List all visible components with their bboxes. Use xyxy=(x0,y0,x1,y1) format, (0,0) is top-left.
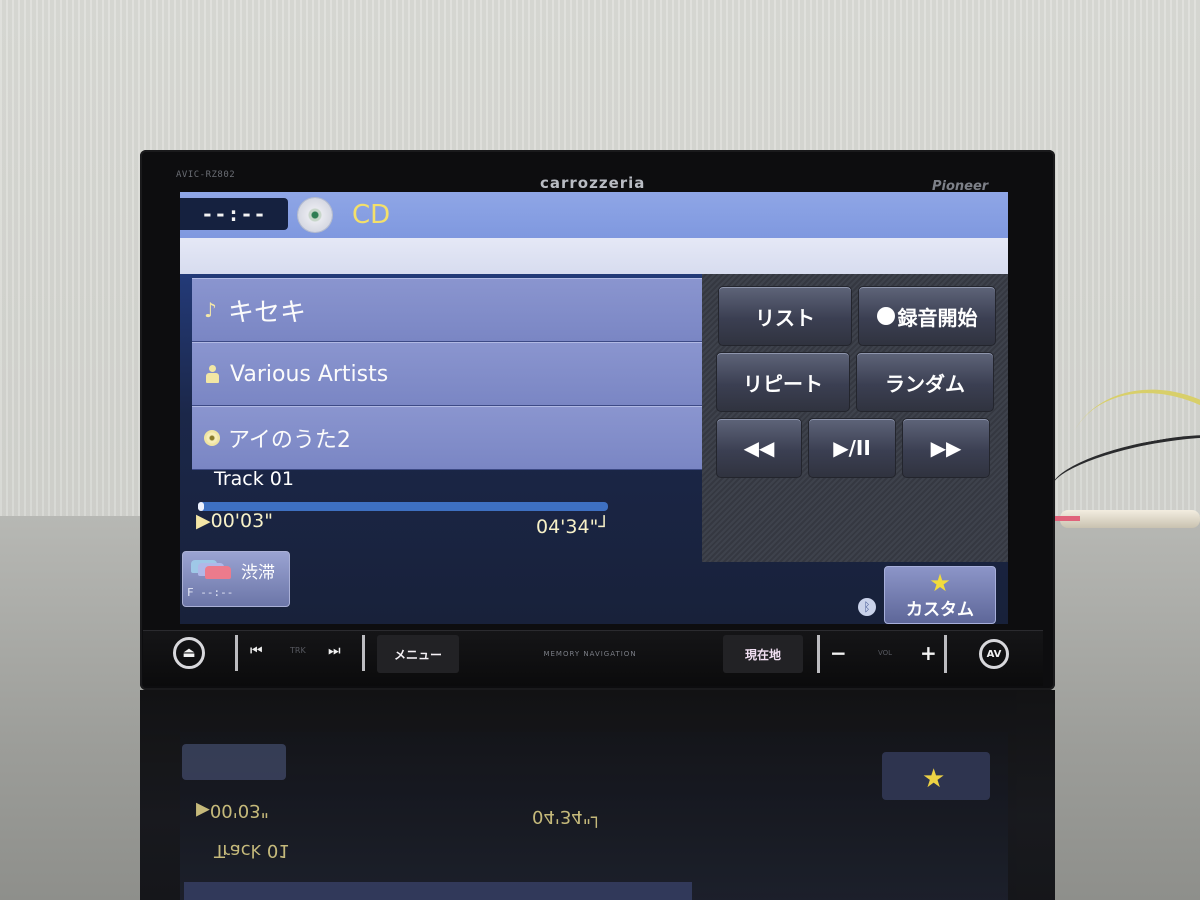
reflected-elapsed: ▶00'03" xyxy=(196,800,269,821)
album-row: アイのうた2 xyxy=(192,406,704,470)
table-reflection: ★ ▶00'03" 04'34"┘ Track 01 xyxy=(140,690,1055,900)
list-button[interactable]: リスト xyxy=(718,286,852,346)
current-location-button[interactable]: 現在地 xyxy=(723,635,803,673)
record-start-button[interactable]: 録音開始 xyxy=(858,286,996,346)
music-note-icon: ♪ xyxy=(204,298,217,322)
traffic-jam-label: 渋滞 xyxy=(241,563,275,583)
record-start-label: 録音開始 xyxy=(897,305,978,330)
menu-button[interactable]: メニュー xyxy=(377,635,459,673)
elapsed-value: 00'03" xyxy=(210,510,273,532)
volume-down-button[interactable]: − xyxy=(830,641,847,665)
play-pause-button[interactable]: ▶/II xyxy=(808,418,896,478)
control-panel: リスト 録音開始 リピート ランダム ◀◀ ▶/II ▶▶ xyxy=(702,274,1008,562)
repeat-button[interactable]: リピート xyxy=(716,352,850,412)
previous-track-button[interactable]: ⏮ xyxy=(250,643,263,659)
traffic-cars-icon xyxy=(191,560,231,580)
song-title: キセキ xyxy=(228,297,307,328)
custom-label: カスタム xyxy=(906,599,974,620)
clock-display: --:-- xyxy=(180,198,288,230)
audio-main-panel: ♪ キセキ Various Artists アイのうた2 Track 01 ▶0… xyxy=(180,274,1008,624)
reflected-metadata xyxy=(184,882,692,900)
source-label[interactable]: CD xyxy=(352,200,390,230)
person-icon xyxy=(206,365,219,383)
rewind-button[interactable]: ◀◀ xyxy=(716,418,802,478)
traffic-jam-button[interactable]: 渋滞 F --:-- xyxy=(182,551,290,607)
play-indicator-icon: ▶ xyxy=(196,510,211,532)
artist-row: Various Artists xyxy=(192,342,704,406)
eject-button[interactable]: ⏏ xyxy=(173,637,205,669)
hardware-button-strip: ⏏ ⏮ TRK ⏭ メニュー MEMORY NAVIGATION 現在地 − V… xyxy=(143,630,1043,686)
top-bar: --:-- CD xyxy=(180,192,1008,238)
custom-button[interactable]: ★ カスタム xyxy=(884,566,996,624)
av-button[interactable]: AV xyxy=(979,639,1009,669)
total-time: 04'34"┘ xyxy=(536,516,610,538)
bluetooth-icon: ᛒ xyxy=(858,598,876,616)
reflected-total: 04'34"┘ xyxy=(532,806,602,827)
disc-icon xyxy=(204,430,220,446)
trk-label: TRK xyxy=(290,646,306,655)
reflected-star-icon: ★ xyxy=(922,764,946,794)
vol-label: VOL xyxy=(878,649,893,657)
reflected-track: Track 01 xyxy=(214,840,290,861)
artist-name: Various Artists xyxy=(230,361,389,387)
next-track-button[interactable]: ⏭ xyxy=(328,643,341,659)
star-icon: ★ xyxy=(929,568,951,597)
cd-disc-icon xyxy=(298,198,332,232)
record-dot-icon xyxy=(876,307,895,325)
wire-connector xyxy=(1050,510,1200,528)
memory-navigation-label: MEMORY NAVIGATION xyxy=(543,650,637,658)
traffic-time: F --:-- xyxy=(187,586,234,599)
info-bar xyxy=(180,238,1008,274)
volume-button-group: − VOL + xyxy=(817,635,947,673)
elapsed-time: ▶00'03" xyxy=(196,510,273,532)
car-shape xyxy=(205,566,231,579)
track-number: Track 01 xyxy=(214,468,294,490)
touch-screen: --:-- CD ♪ キセキ Various Artists アイのうた2 Tr… xyxy=(180,192,1008,624)
song-title-row: ♪ キセキ xyxy=(192,278,704,342)
random-button[interactable]: ランダム xyxy=(856,352,994,412)
reflected-traffic-button xyxy=(182,744,286,780)
album-name: アイのうた2 xyxy=(228,428,351,453)
track-button-group: ⏮ TRK ⏭ xyxy=(235,635,365,671)
volume-up-button[interactable]: + xyxy=(920,641,937,665)
brand-logo: carrozzeria xyxy=(540,174,646,192)
track-metadata: ♪ キセキ Various Artists アイのうた2 xyxy=(192,278,704,470)
fast-forward-button[interactable]: ▶▶ xyxy=(902,418,990,478)
model-label: AVIC-RZ802 xyxy=(176,170,236,180)
